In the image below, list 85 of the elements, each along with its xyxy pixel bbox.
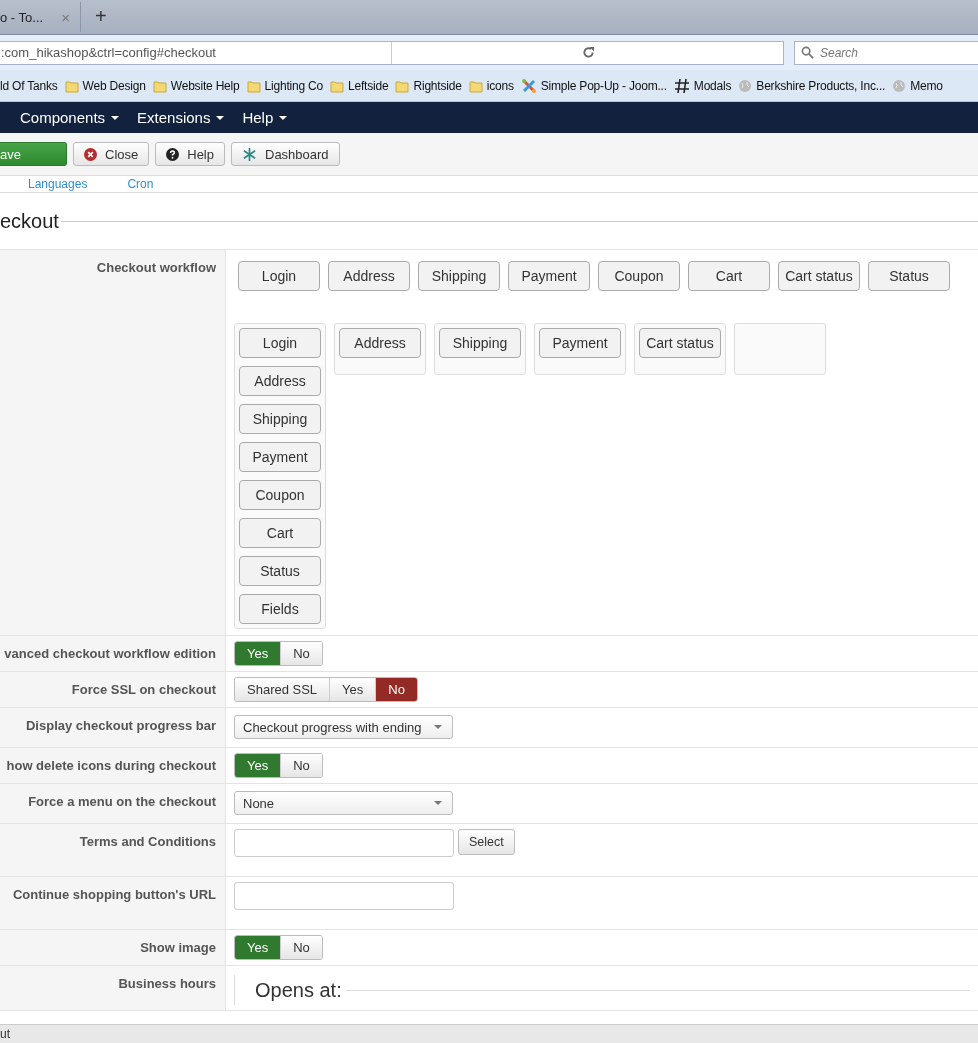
toggle-option[interactable]: Yes [329,678,376,701]
section-title: eckout [0,209,59,233]
toggle-option[interactable]: Yes [235,642,281,665]
input-field[interactable] [234,829,454,857]
help-icon [166,147,180,161]
toggle-option[interactable]: Shared SSL [235,678,330,701]
bookmark[interactable]: Web Design [64,78,146,93]
workflow-step-button[interactable]: Payment [539,328,621,358]
bookmark[interactable]: icons [468,78,514,93]
setting-label: Business hours [118,976,216,991]
folder-icon [395,78,410,93]
close-button[interactable]: Close [73,142,150,166]
browser-tab[interactable]: o - To... × [0,2,81,32]
close-icon [84,147,97,161]
menu-item[interactable]: Help [242,109,288,126]
status-text: ut [0,1027,10,1041]
toggle-option[interactable]: Yes [235,754,281,777]
workflow-step-button[interactable]: Status [868,261,950,291]
logo-icon [520,77,537,94]
input-field[interactable] [234,882,454,910]
toggle-option[interactable]: No [280,936,322,959]
toggle-option[interactable]: No [280,754,322,777]
workflow-step-button[interactable]: Login [239,328,321,358]
setting-label: Checkout workflow [96,260,216,275]
setting-label: how delete icons during checkout [6,758,216,773]
submenu-link[interactable]: Languages [28,176,88,192]
folder-icon [64,78,79,93]
toggle-option[interactable]: No [280,642,322,665]
fieldset-legend: Opens at: [235,978,346,1002]
bookmark[interactable]: ld Of Tanks [0,78,58,93]
bookmark[interactable]: Berkshire Products, Inc... [738,78,886,93]
workflow-step-button[interactable]: Address [239,366,321,396]
setting-label: Force SSL on checkout [71,682,216,697]
toggle-option[interactable]: No [375,678,417,701]
workflow-step-button[interactable]: Fields [239,594,321,624]
workflow-step-button[interactable]: Cart [688,261,770,291]
toggle-option[interactable]: Yes [235,936,281,959]
folder-icon [246,78,261,93]
workflow-step-button[interactable]: Cart status [639,328,721,358]
bookmark[interactable]: Lighting Co [246,78,324,93]
setting-label: Terms and Conditions [79,834,216,849]
workflow-step-button[interactable]: Status [239,556,321,586]
menu-item[interactable]: Components [20,109,120,126]
new-tab-button[interactable]: + [80,5,121,28]
bookmark[interactable]: Modals [673,77,732,94]
bookmark[interactable]: Website Help [152,78,240,93]
dashboard-button[interactable]: Dashboard [231,142,340,166]
workflow-step-button[interactable]: Shipping [418,261,500,291]
reload-icon[interactable] [581,46,595,59]
menu-item[interactable]: Extensions [137,109,225,126]
search-field[interactable]: Search [794,40,978,65]
workflow-step-button[interactable]: Address [339,328,421,358]
workflow-step-button[interactable]: Payment [508,261,590,291]
workflow-step-button[interactable]: Coupon [239,480,321,510]
folder-icon [468,78,483,93]
address-bar[interactable]: :com_hikashop&ctrl=config#checkout [0,40,784,65]
workflow-step-button[interactable]: Cart [239,518,321,548]
setting-label: Show image [140,940,216,955]
asterisk-icon [242,146,257,162]
setting-label: Force a menu on the checkout [28,794,216,809]
workflow-step-button[interactable]: Login [238,261,320,291]
workflow-step-button[interactable]: Cart status [778,261,860,291]
dropdown[interactable]: Checkout progress with ending [234,715,453,739]
globe-icon [892,78,907,93]
workflow-step-button[interactable]: Shipping [439,328,521,358]
bookmark[interactable]: Simple Pop-Up - Joom... [520,77,667,94]
folder-icon [330,78,345,93]
bookmark[interactable]: Leftside [330,78,389,93]
workflow-step-button[interactable]: Payment [239,442,321,472]
dropdown[interactable]: None [234,791,453,815]
setting-label: vanced checkout workflow edition [4,646,216,661]
workflow-step-button[interactable]: Coupon [598,261,680,291]
submenu-link[interactable]: Cron [127,176,154,192]
select-button[interactable]: Select [458,829,515,855]
help-button[interactable]: Help [155,142,225,166]
workflow-step-button[interactable]: Address [328,261,410,291]
workflow-step-button[interactable]: Shipping [239,404,321,434]
save-button[interactable]: ave [0,142,67,166]
hash-icon [673,77,690,94]
setting-label: Display checkout progress bar [26,718,216,733]
globe-icon [738,78,753,93]
bookmark[interactable]: Memo [892,78,943,93]
folder-icon [152,78,167,93]
setting-label: Continue shopping button's URL [12,887,216,902]
bookmark[interactable]: Rightside [395,78,462,93]
